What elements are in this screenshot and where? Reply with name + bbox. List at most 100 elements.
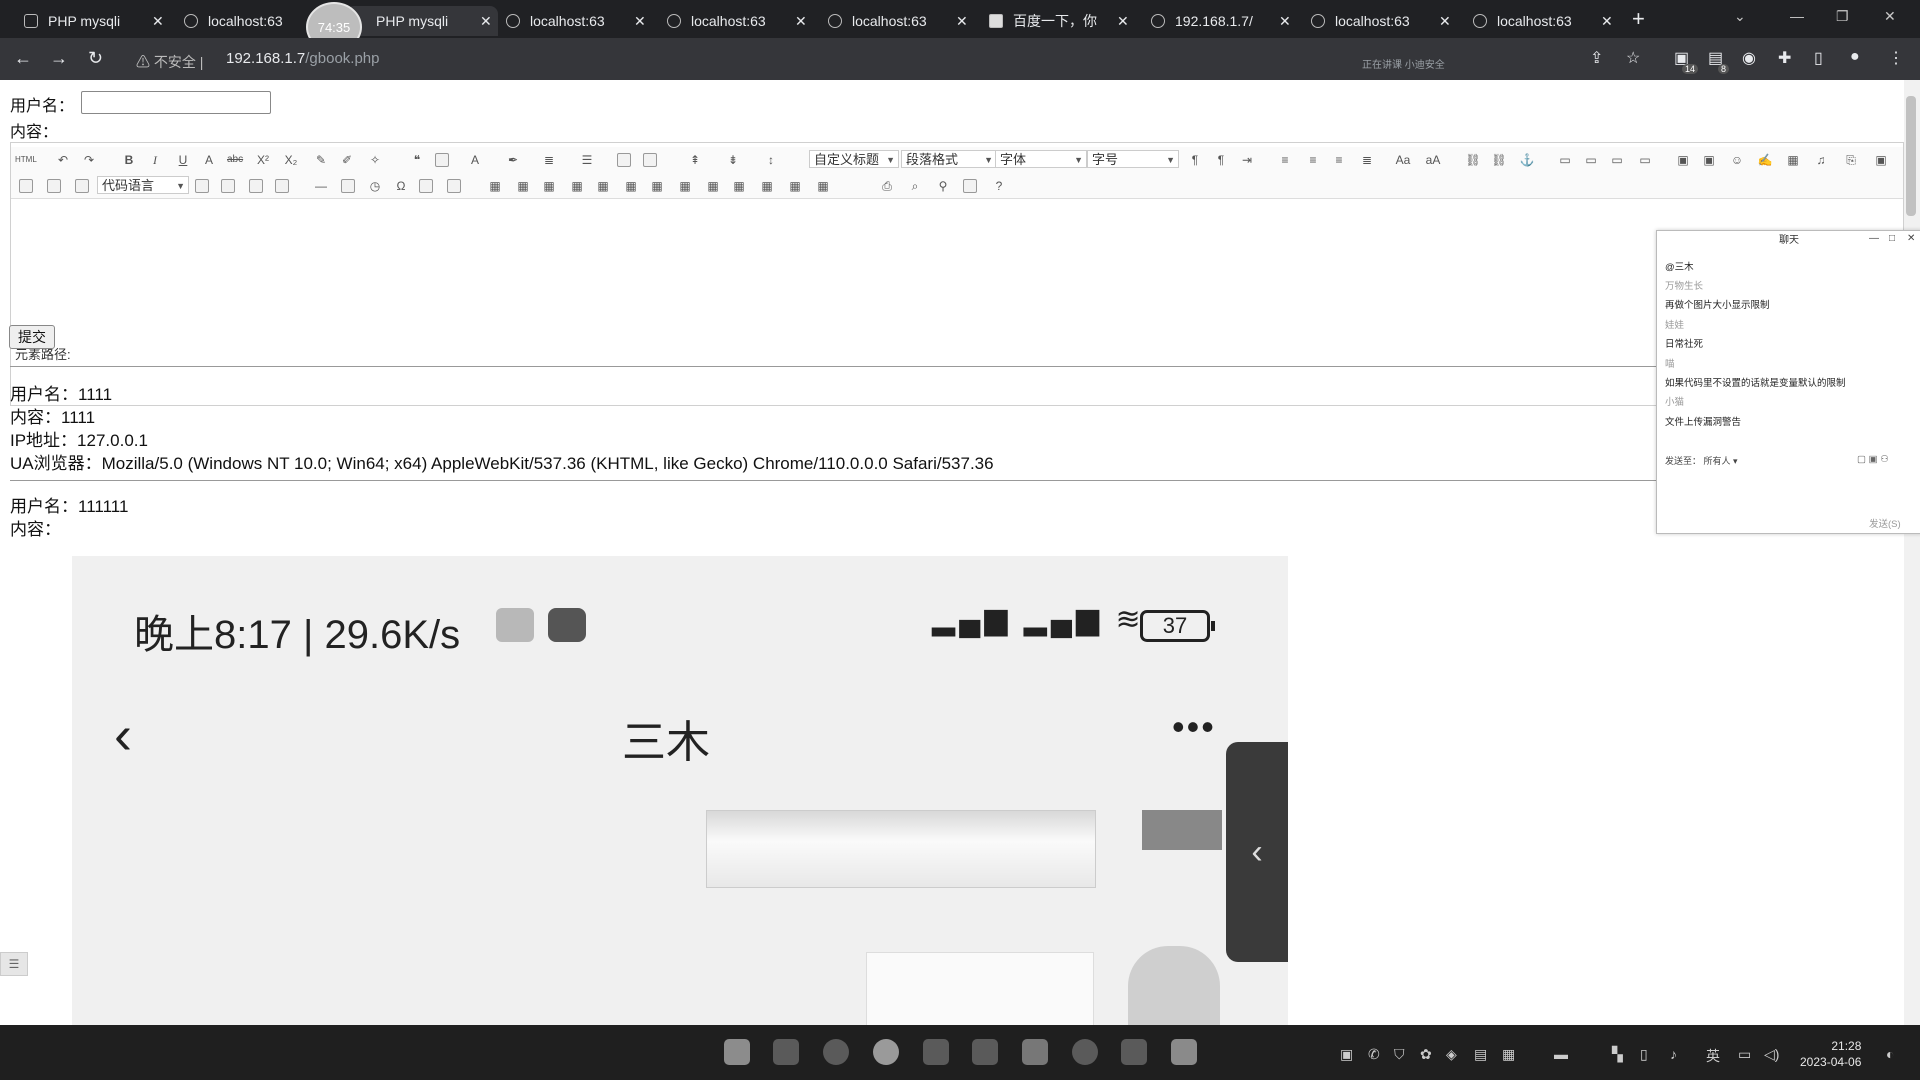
username-input[interactable] [81,91,271,114]
close-tab-icon[interactable]: ✕ [1439,13,1451,30]
image-center-icon[interactable]: ▭ [1637,152,1653,168]
html-source-icon[interactable]: HTML [15,152,37,168]
superscript-icon[interactable]: X² [255,152,271,168]
font-size-dropdown[interactable]: 字号 ▼ [1087,150,1179,168]
word-image-icon[interactable] [275,179,289,193]
chrome-icon[interactable] [873,1039,899,1065]
snap-icon[interactable] [249,179,263,193]
tab-gbook[interactable]: 192.168.1.7/✕ [1151,6,1291,36]
horizontal-rule-icon[interactable]: — [313,178,329,194]
eraser-icon[interactable]: ✎ [313,152,329,168]
microphone-icon[interactable]: ♪ [1670,1046,1677,1062]
volume-icon[interactable]: ◁) [1764,1046,1779,1063]
profile-icon[interactable]: ● [1850,48,1860,66]
indent-icon[interactable]: ⇥ [1239,152,1255,168]
tab-localhost-1[interactable]: localhost:63✕ [184,6,324,36]
side-toggle-icon[interactable]: ☰ [0,952,28,976]
back-icon[interactable]: ← [14,48,32,69]
attachment-icon[interactable]: ⎘ [1843,152,1859,168]
tray-app-icon[interactable]: ▚ [1612,1046,1623,1063]
tab-localhost-3[interactable]: localhost:63 ✕ [667,6,807,36]
align-center-icon[interactable]: ≡ [1305,152,1321,168]
insert-table-icon[interactable]: ▦ [487,178,503,194]
split-cols-icon[interactable]: ▦ [815,178,831,194]
maximize-button[interactable]: ❐ [1836,8,1849,25]
menu-icon[interactable]: ⋮ [1888,48,1904,68]
close-tab-icon[interactable]: ✕ [1117,13,1129,30]
edge-icon[interactable] [823,1039,849,1065]
font-border-icon[interactable]: A [201,152,217,168]
tab-php-mysqli-2[interactable]: PHP mysqli ✕ [346,6,498,36]
tray-app-icon[interactable]: ▣ [1340,1046,1353,1063]
image-none-icon[interactable]: ▭ [1557,152,1573,168]
code-language-dropdown[interactable]: 代码语言 ▼ [97,176,189,194]
close-tab-icon[interactable]: ✕ [152,13,164,30]
close-tab-icon[interactable]: ✕ [634,13,646,30]
auto-format-icon[interactable]: ✧ [367,152,383,168]
close-tab-icon[interactable]: ✕ [1601,13,1613,30]
app-icon[interactable] [1072,1039,1098,1065]
send-button[interactable]: 发送(S) [1869,516,1901,530]
tray-app-icon[interactable]: ✿ [1420,1046,1432,1063]
unlink-icon[interactable]: ⛓ [1491,152,1507,168]
split-cells-icon[interactable]: ▦ [759,178,775,194]
tab-baidu[interactable]: 百度一下，你 ✕ [989,6,1129,36]
insert-video-icon[interactable]: ▦ [1785,152,1801,168]
tray-app-icon[interactable]: ✆ [1368,1046,1380,1063]
chat-toolbar-icons[interactable]: ▢ ▣ ⚇ [1857,454,1889,465]
time-icon[interactable]: ◷ [367,178,383,194]
redo-icon[interactable]: ↷ [81,152,97,168]
page-break-icon[interactable] [75,179,89,193]
music-icon[interactable]: ♫ [1813,152,1829,168]
unordered-list-icon[interactable]: ☰ [579,152,595,168]
tab-search-icon[interactable]: ⌄ [1734,8,1746,25]
blockquote-icon[interactable]: ❝ [409,152,425,168]
custom-heading-dropdown[interactable]: 自定义标题 ▼ [809,150,899,168]
chat-maximize-button[interactable]: □ [1889,233,1895,244]
underline-icon[interactable]: U [175,152,191,168]
chat-close-button[interactable]: ✕ [1907,233,1915,244]
format-painter-icon[interactable]: ✐ [339,152,355,168]
uppercase-icon[interactable]: Aa [1395,152,1411,168]
rtl-icon[interactable]: ¶ [1213,152,1229,168]
app-icon[interactable] [1171,1039,1197,1065]
submit-button[interactable]: 提交 [9,325,55,349]
lowercase-icon[interactable]: aA [1425,152,1441,168]
bold-icon[interactable]: B [121,152,137,168]
subscript-icon[interactable]: X₂ [283,152,299,168]
sidepanel-icon[interactable]: ▯ [1814,48,1823,68]
tab-php-mysqli-1[interactable]: PHP mysqli ✕ [24,6,164,36]
forward-icon[interactable]: → [50,48,68,69]
ordered-list-icon[interactable]: ≣ [541,152,557,168]
search-icon[interactable]: ⚲ [935,178,951,194]
special-chars-icon[interactable]: Ω [393,178,409,194]
security-warning-icon[interactable]: ⚠ 不安全 | [136,52,203,72]
start-icon[interactable] [724,1039,750,1065]
merge-down-icon[interactable]: ▦ [731,178,747,194]
editor-content-area[interactable] [11,198,1903,342]
insert-frame-icon[interactable] [19,179,33,193]
wordimage-icon[interactable] [419,179,433,193]
tab-localhost-2[interactable]: localhost:63 ✕ [506,6,646,36]
align-right-icon[interactable]: ≡ [1331,152,1347,168]
minimize-button[interactable]: — [1790,8,1804,24]
clear-doc-icon[interactable] [643,153,657,167]
image-right-icon[interactable]: ▭ [1609,152,1625,168]
insert-row-icon[interactable]: ▦ [569,178,585,194]
anchor-icon[interactable]: ⚓ [1519,152,1535,168]
undo-icon[interactable]: ↶ [55,152,71,168]
row-spacing-bottom-icon[interactable]: ⇟ [725,152,741,168]
split-rows-icon[interactable]: ▦ [787,178,803,194]
puzzle-icon[interactable]: ✚ [1778,48,1791,68]
delete-col-icon[interactable]: ▦ [649,178,665,194]
taskbar-clock[interactable]: 21:28 2023-04-06 [1800,1038,1861,1070]
tray-app-icon[interactable]: ▤ [1474,1046,1487,1063]
tray-app-icon[interactable]: ▦ [1502,1046,1515,1063]
tray-shield-icon[interactable]: ⛉ [1394,1046,1405,1063]
tab-localhost-5[interactable]: localhost:63 ✕ [1311,6,1451,36]
align-justify-icon[interactable]: ≣ [1359,152,1375,168]
tab-localhost-6[interactable]: localhost:63 ✕ [1473,6,1613,36]
print-icon[interactable]: ⎙ [879,178,895,194]
close-tab-icon[interactable]: ✕ [1279,13,1291,30]
tray-app-icon[interactable]: ▯ [1640,1046,1648,1063]
